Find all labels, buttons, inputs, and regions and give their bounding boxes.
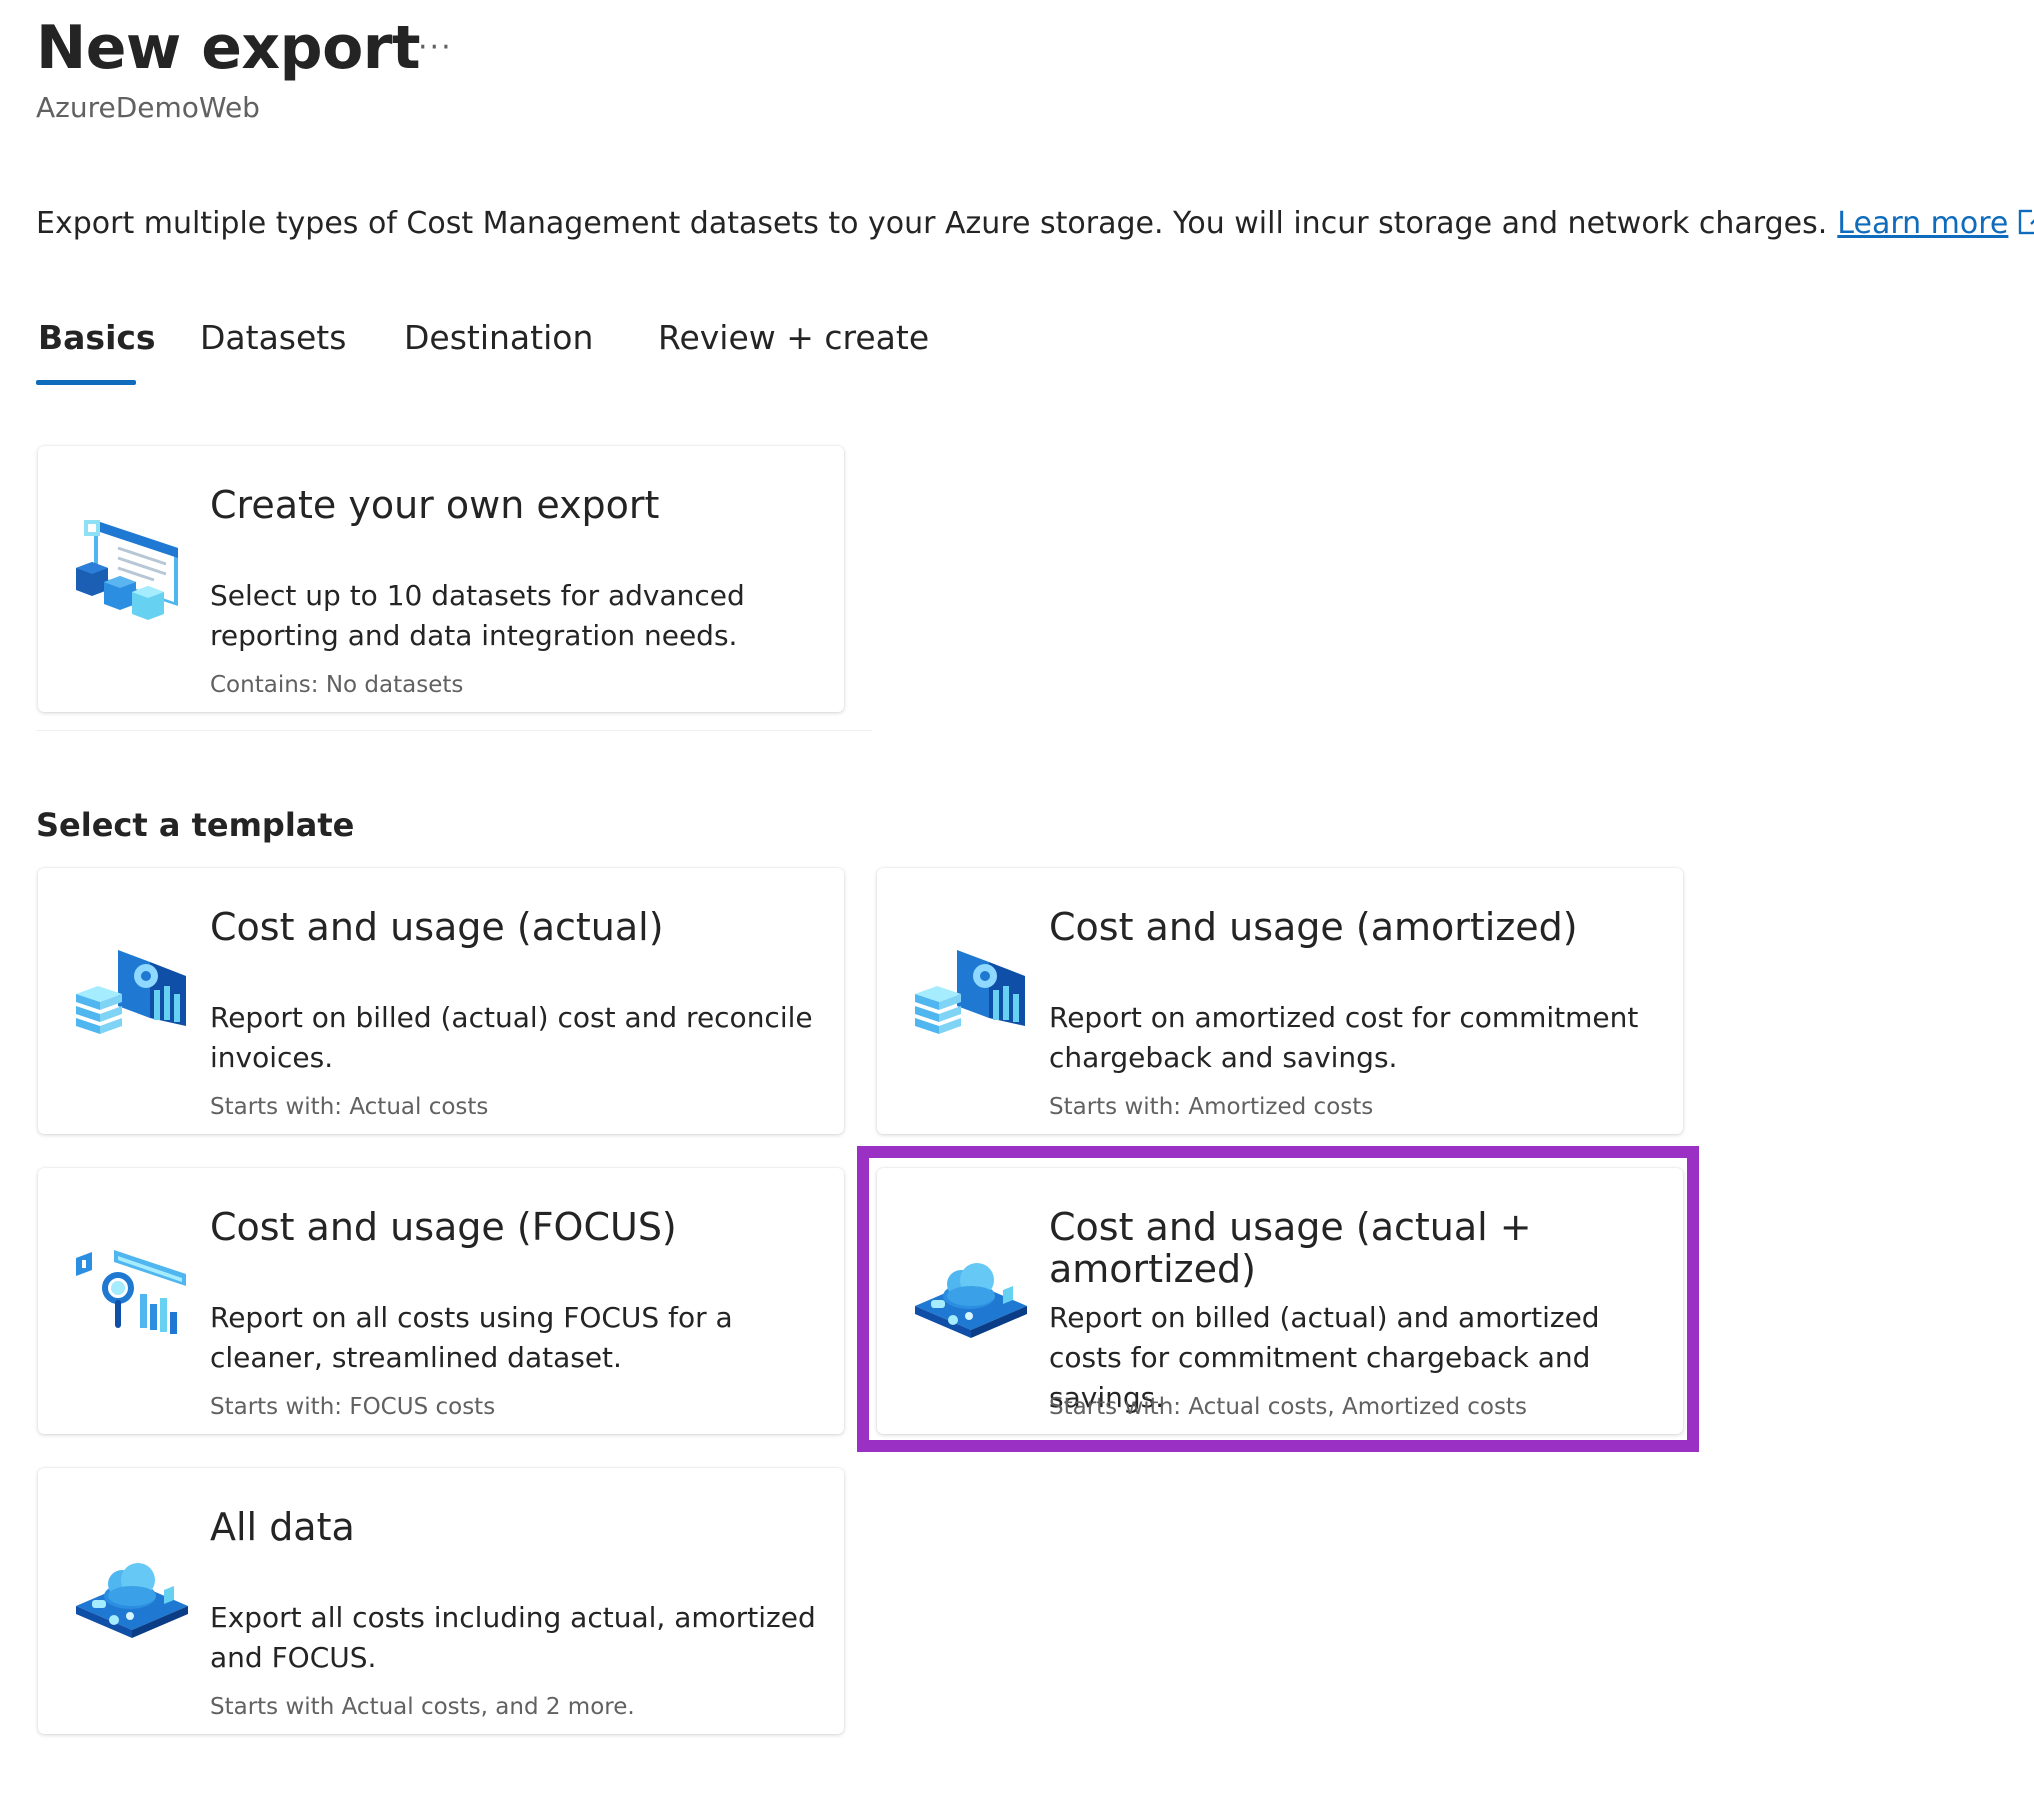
template-card-amortized[interactable]: Cost and usage (amortized) Report on amo… — [877, 868, 1683, 1134]
page-subtitle: AzureDemoWeb — [36, 91, 260, 124]
template-card-focus[interactable]: Cost and usage (FOCUS) Report on all cos… — [38, 1168, 844, 1434]
card-title: Cost and usage (amortized) — [1049, 905, 1578, 949]
intro-text: Export multiple types of Cost Management… — [36, 206, 1828, 241]
card-meta: Starts with: FOCUS costs — [210, 1394, 496, 1420]
card-meta: Starts with: Amortized costs — [1049, 1094, 1374, 1120]
more-options-button[interactable]: ··· — [418, 28, 453, 68]
templates-heading: Select a template — [36, 806, 355, 844]
external-link-icon[interactable] — [2018, 205, 2034, 248]
card-meta: Starts with Actual costs, and 2 more. — [210, 1694, 635, 1720]
card-description: Report on amortized cost for commitment … — [1049, 1001, 1639, 1074]
custom-export-icon — [74, 508, 192, 626]
card-description: Select up to 10 datasets for advanced re… — [210, 579, 745, 652]
cloud-platform-icon — [913, 1230, 1031, 1348]
page-title: New export — [36, 13, 421, 83]
focus-analytics-icon — [74, 1230, 192, 1348]
intro-description: Export multiple types of Cost Management… — [36, 204, 2034, 248]
card-title: All data — [210, 1505, 355, 1549]
cloud-platform-icon — [74, 1530, 192, 1648]
card-meta: Starts with: Actual costs — [210, 1094, 489, 1120]
card-title: Cost and usage (actual) — [210, 905, 664, 949]
cost-report-icon — [913, 930, 1031, 1048]
tab-review-create[interactable]: Review + create — [658, 312, 929, 364]
card-description: Export all costs including actual, amort… — [210, 1601, 816, 1674]
card-title: Cost and usage (actual + amortized) — [1049, 1205, 1532, 1291]
card-title: Cost and usage (FOCUS) — [210, 1205, 677, 1249]
active-tab-indicator — [36, 380, 136, 385]
create-own-export-card[interactable]: Create your own export Select up to 10 d… — [38, 446, 844, 712]
card-description: Report on billed (actual) cost and recon… — [210, 1001, 813, 1074]
section-divider — [36, 730, 872, 731]
learn-more-link[interactable]: Learn more — [1837, 206, 2008, 241]
card-meta: Starts with: Actual costs, Amortized cos… — [1049, 1394, 1527, 1420]
tab-destination[interactable]: Destination — [404, 312, 593, 364]
card-description: Report on all costs using FOCUS for a cl… — [210, 1301, 733, 1374]
template-card-actual-amortized[interactable]: Cost and usage (actual + amortized) Repo… — [877, 1168, 1683, 1434]
template-card-actual[interactable]: Cost and usage (actual) Report on billed… — [38, 868, 844, 1134]
card-title: Create your own export — [210, 483, 660, 527]
template-card-all-data[interactable]: All data Export all costs including actu… — [38, 1468, 844, 1734]
tab-datasets[interactable]: Datasets — [200, 312, 346, 364]
cost-report-icon — [74, 930, 192, 1048]
tab-basics[interactable]: Basics — [38, 312, 156, 364]
card-meta: Contains: No datasets — [210, 672, 464, 698]
